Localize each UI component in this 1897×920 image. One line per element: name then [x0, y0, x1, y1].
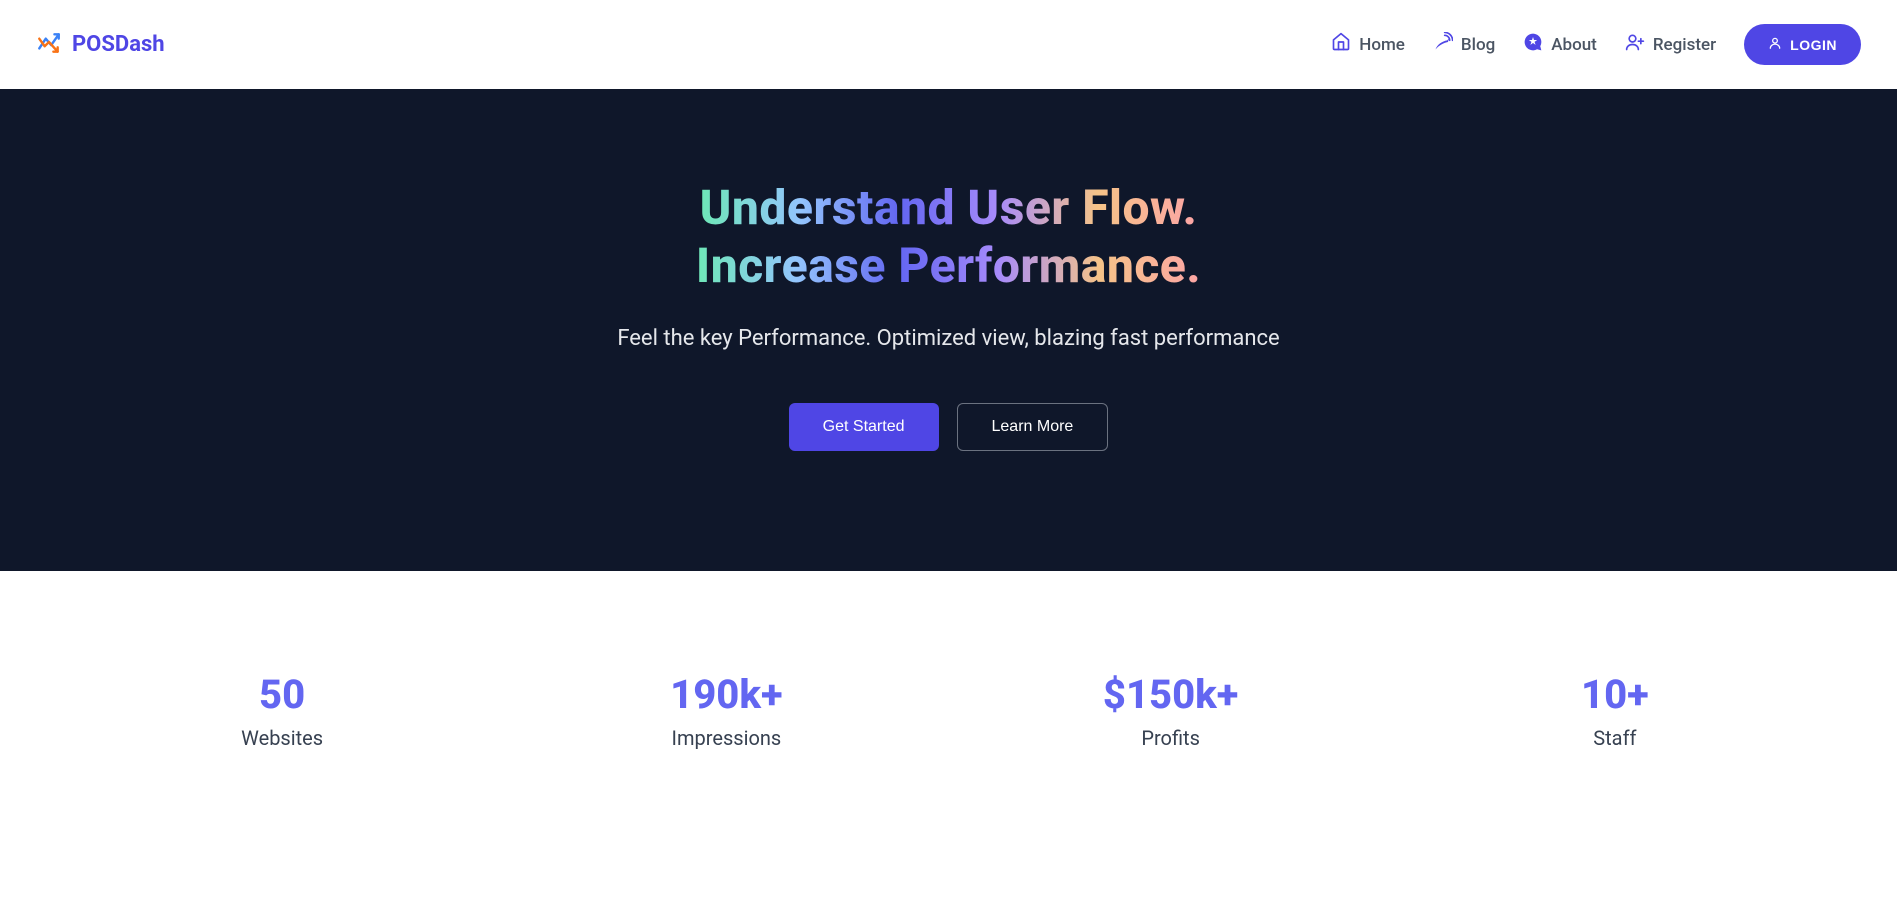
stat-label: Websites [60, 726, 504, 750]
brand[interactable]: POSDash [36, 30, 165, 60]
brand-name: POSDash [72, 32, 165, 57]
user-icon [1768, 36, 1782, 53]
blog-icon [1433, 32, 1453, 57]
hero-title: Understand User Flow. Increase Performan… [20, 179, 1877, 294]
stat-label: Profits [949, 726, 1393, 750]
stat-value: 190k+ [504, 671, 948, 718]
home-icon [1331, 32, 1351, 57]
nav-about-label: About [1551, 35, 1597, 55]
nav-home[interactable]: Home [1331, 32, 1405, 57]
register-icon [1625, 32, 1645, 57]
stat-staff: 10+ Staff [1393, 671, 1837, 750]
stat-value: $150k+ [949, 671, 1393, 718]
nav-register-label: Register [1653, 35, 1716, 55]
nav-home-label: Home [1359, 35, 1405, 55]
hero-title-line2: Increase Performance. [696, 237, 1201, 295]
logo-icon [36, 30, 62, 60]
hero-title-line1: Understand User Flow. [700, 179, 1198, 237]
hero-subtitle: Feel the key Performance. Optimized view… [599, 322, 1299, 355]
nav-about[interactable]: About [1523, 32, 1597, 57]
nav-blog[interactable]: Blog [1433, 32, 1495, 57]
stats: 50 Websites 190k+ Impressions $150k+ Pro… [0, 571, 1897, 830]
about-icon [1523, 32, 1543, 57]
header: POSDash Home Blog [0, 0, 1897, 89]
stat-value: 50 [60, 671, 504, 718]
nav: Home Blog About [1331, 24, 1861, 65]
nav-register[interactable]: Register [1625, 32, 1716, 57]
stat-impressions: 190k+ Impressions [504, 671, 948, 750]
stat-profits: $150k+ Profits [949, 671, 1393, 750]
get-started-button[interactable]: Get Started [789, 403, 939, 451]
stat-label: Impressions [504, 726, 948, 750]
hero-actions: Get Started Learn More [20, 403, 1877, 451]
stat-value: 10+ [1393, 671, 1837, 718]
login-button[interactable]: LOGIN [1744, 24, 1861, 65]
hero: Understand User Flow. Increase Performan… [0, 89, 1897, 571]
nav-blog-label: Blog [1461, 35, 1495, 55]
login-label: LOGIN [1790, 37, 1837, 53]
stat-label: Staff [1393, 726, 1837, 750]
learn-more-button[interactable]: Learn More [957, 403, 1109, 451]
stat-websites: 50 Websites [60, 671, 504, 750]
